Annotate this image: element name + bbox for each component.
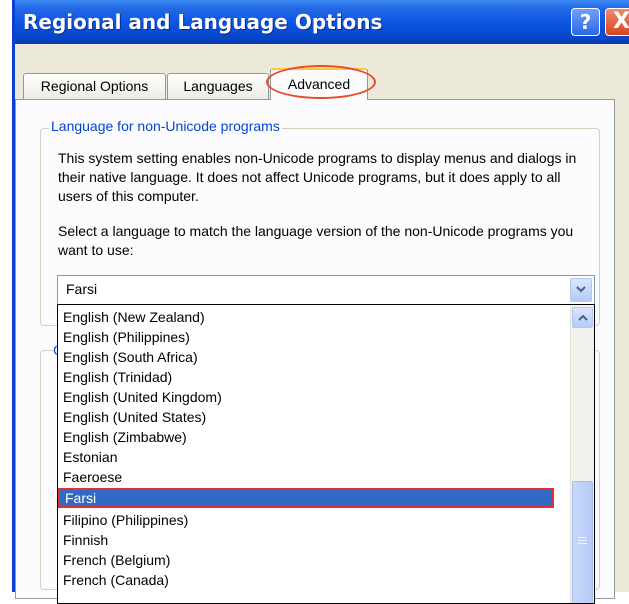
list-item[interactable]: English (United Kingdom): [58, 387, 554, 407]
instruction-text: Select a language to match the language …: [58, 223, 574, 258]
list-item[interactable]: Finnish: [58, 530, 554, 550]
close-button[interactable]: X: [605, 8, 629, 36]
list-item[interactable]: Estonian: [58, 447, 554, 467]
scroll-thumb[interactable]: [572, 481, 593, 603]
list-item[interactable]: French (Belgium): [58, 550, 554, 570]
group-caption: Language for non-Unicode programs: [49, 118, 282, 134]
list-item[interactable]: French (Canada): [58, 570, 554, 590]
vertical-scrollbar[interactable]: [570, 305, 594, 603]
list-item[interactable]: Filipino (Philippines): [58, 510, 554, 530]
title-bar[interactable]: Regional and Language Options ? X: [15, 0, 629, 44]
list-item-selected[interactable]: Farsi: [58, 488, 554, 508]
list-item[interactable]: English (Trinidad): [58, 367, 554, 387]
chevron-up-icon: [577, 314, 588, 321]
chevron-down-icon-glyph: [576, 286, 586, 293]
tab-languages[interactable]: Languages: [167, 73, 269, 99]
list-item[interactable]: English (United States): [58, 407, 554, 427]
language-combobox[interactable]: Farsi: [57, 275, 595, 305]
annotation-ellipse: [266, 65, 376, 99]
language-dropdown-list[interactable]: English (New Zealand) English (Philippin…: [57, 304, 595, 604]
combobox-value: Farsi: [66, 281, 98, 297]
chevron-down-icon[interactable]: [570, 278, 592, 302]
grip-icon: [578, 537, 587, 545]
scroll-up-icon[interactable]: [572, 307, 593, 328]
list-item[interactable]: English (Philippines): [58, 327, 554, 347]
list-item[interactable]: English (South Africa): [58, 347, 554, 367]
tab-regional-options[interactable]: Regional Options: [23, 73, 166, 99]
window-title: Regional and Language Options: [23, 10, 383, 34]
description-text: This system setting enables non-Unicode …: [58, 150, 577, 204]
help-button[interactable]: ?: [571, 8, 600, 36]
list-item[interactable]: Faeroese: [58, 467, 554, 487]
list-item[interactable]: English (New Zealand): [58, 307, 554, 327]
list-item[interactable]: English (Zimbabwe): [58, 427, 554, 447]
